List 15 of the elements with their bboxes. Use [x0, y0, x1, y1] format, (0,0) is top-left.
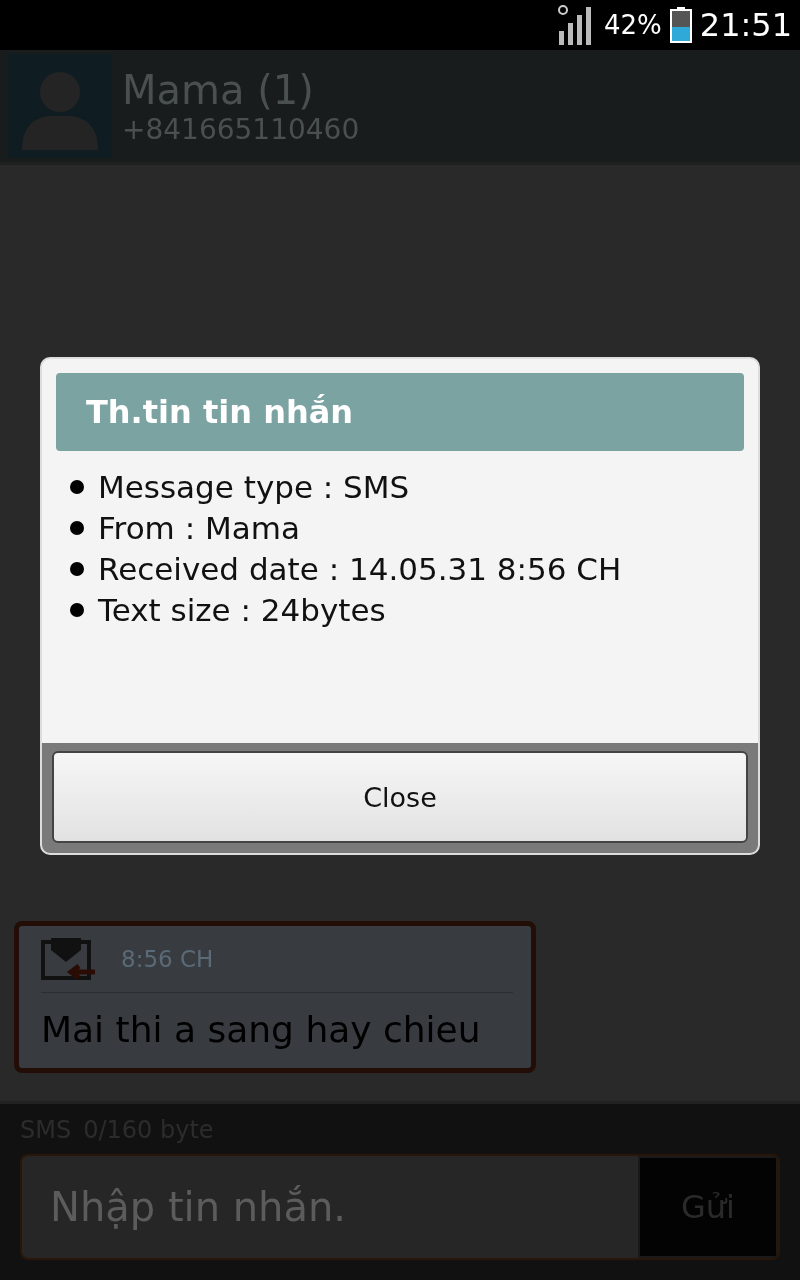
bullet-icon: [70, 521, 84, 535]
bullet-icon: [70, 603, 84, 617]
battery-percent: 42%: [604, 10, 662, 40]
detail-text: From : Mama: [98, 510, 300, 546]
dialog-title: Th.tin tin nhắn: [56, 373, 744, 451]
detail-text: Text size : 24bytes: [98, 592, 386, 628]
message-text: Mai thi a sang hay chieu: [41, 1009, 482, 1050]
battery-icon: [669, 7, 692, 43]
clock-time: 21:51: [699, 6, 792, 44]
detail-text: Message type : SMS: [98, 469, 410, 505]
close-button[interactable]: Close: [52, 751, 748, 843]
received-mail-icon: [41, 936, 95, 982]
detail-text: Received date : 14.05.31 8:56 CH: [98, 551, 622, 587]
bullet-icon: [70, 562, 84, 576]
bullet-icon: [70, 480, 84, 494]
